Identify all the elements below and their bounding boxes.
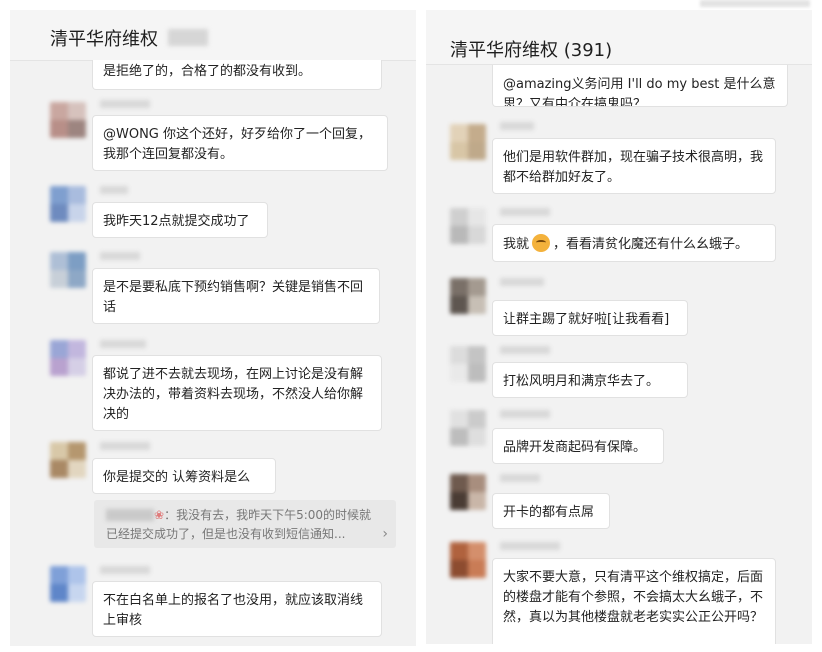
avatar[interactable] <box>450 542 486 578</box>
message-bubble: @amazing义务问用 I'll do my best 是什么意思？又有中介在… <box>492 65 788 107</box>
message-bubble: 是不是要私底下预约销售啊？关键是销售不回话 <box>92 268 380 324</box>
blurred-nickname <box>500 410 550 418</box>
message-bubble: 让群主踢了就好啦[让我看看] <box>492 300 688 336</box>
right-chat-panel: 清平华府维权 (391) @amazing义务问用 I'll do my bes… <box>426 10 812 644</box>
left-chat-header: 清平华府维权 <box>10 10 416 61</box>
message-bubble: 打松风明月和满京华去了。 <box>492 362 688 398</box>
blurred-nickname <box>500 474 540 482</box>
blurred-nickname <box>100 340 146 348</box>
avatar[interactable] <box>50 252 86 288</box>
blurred-nickname <box>100 100 150 108</box>
avatar[interactable] <box>50 442 86 478</box>
message-bubble: @WONG 你这个还好，好歹给你了一个回复，我那个连回复都没有。 <box>92 115 388 171</box>
avatar[interactable] <box>450 410 486 446</box>
message-text-before: 我就 <box>503 237 530 252</box>
blurred-nickname <box>100 186 128 194</box>
avatar[interactable] <box>450 346 486 382</box>
message-bubble: 都说了进不去就去现场，在网上讨论是没有解决办法的，带着资料去现场，不然没人给你解… <box>92 355 382 431</box>
message-bubble: 不在白名单上的报名了也没用，就应该取消线上审核 <box>92 581 382 637</box>
blurred-nickname <box>100 442 150 450</box>
avatar[interactable] <box>50 566 86 602</box>
message-text-after: ，看看清贫化魔还有什么幺蛾子。 <box>553 237 749 252</box>
blurred-quote-author <box>106 509 154 521</box>
blurred-nickname <box>100 566 150 574</box>
chevron-right-icon[interactable]: › <box>382 525 388 544</box>
message-bubble: 品牌开发商起码有保障。 <box>492 428 664 464</box>
avatar[interactable] <box>450 474 486 510</box>
avatar[interactable] <box>450 124 486 160</box>
left-chat-title: 清平华府维权 <box>50 29 158 50</box>
message-bubble: 大家不要大意，只有清平这个维权搞定，后面的楼盘才能有个参照，不会搞太大幺蛾子，不… <box>492 558 776 644</box>
avatar[interactable] <box>50 102 86 138</box>
message-bubble: 他们是用软件群加，现在骗子技术很高明，我都不给群加好友了。 <box>492 138 776 194</box>
avatar[interactable] <box>450 278 486 314</box>
message-bubble: 开卡的都有点屌 <box>492 493 610 529</box>
avatar[interactable] <box>50 340 86 376</box>
message-bubble: 我就 ，看看清贫化魔还有什么幺蛾子。 <box>492 224 776 262</box>
smirk-emoji-icon <box>532 234 551 252</box>
blurred-nickname <box>500 346 550 354</box>
avatar[interactable] <box>450 208 486 244</box>
blurred-nickname <box>500 278 544 286</box>
blurred-nickname <box>500 542 560 550</box>
right-chat-header: 清平华府维权 (391) <box>426 10 812 65</box>
top-blurred-strip <box>700 0 810 7</box>
message-bubble: 是拒绝了的，合格了的都没有收到。 <box>92 60 382 90</box>
right-chat-title: 清平华府维权 (391) <box>450 40 613 61</box>
flower-icon: ❀ <box>154 508 165 522</box>
message-bubble: 我昨天12点就提交成功了 <box>92 202 268 238</box>
blurred-nickname <box>500 208 550 216</box>
blurred-member-count <box>168 29 208 46</box>
message-bubble: 你是提交的 认筹资料是么 <box>92 458 276 494</box>
quoted-reply[interactable]: ❀：我没有去，我昨天下午5:00的时候就已经提交成功了，但是也没有收到短信通知.… <box>94 500 396 548</box>
blurred-nickname <box>500 122 534 130</box>
left-chat-panel: 清平华府维权 是拒绝了的，合格了的都没有收到。 @WONG 你这个还好，好歹给你… <box>10 10 416 646</box>
avatar[interactable] <box>50 186 86 222</box>
blurred-nickname <box>100 252 140 260</box>
